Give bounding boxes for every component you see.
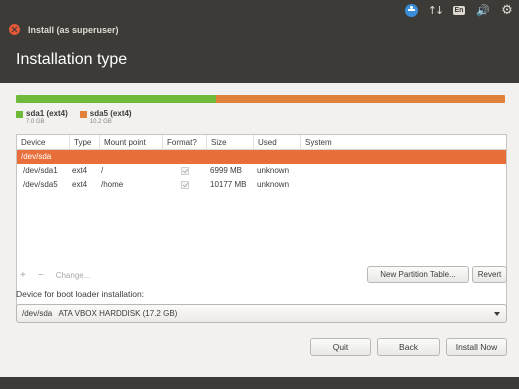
- cell-type: ext4: [72, 166, 88, 175]
- cell-mount: /: [101, 166, 104, 175]
- partition-bar-segment-sda5: [216, 95, 505, 103]
- back-button[interactable]: Back: [377, 338, 440, 356]
- partition-tools: + − Change...: [20, 268, 90, 282]
- cell-size: 10177 MB: [210, 180, 247, 189]
- partition-legend: sda1 (ext4) 7.0 GB sda5 (ext4) 10.2 GB: [16, 109, 132, 125]
- window-title: Install (as superuser): [28, 24, 119, 35]
- boot-loader-select[interactable]: /dev/sda ATA VBOX HARDDISK (17.2 GB): [16, 304, 507, 323]
- table-row[interactable]: /dev/sda: [17, 150, 506, 164]
- legend-swatch: [16, 111, 23, 118]
- boot-loader-value: /dev/sda ATA VBOX HARDDISK (17.2 GB): [22, 309, 178, 318]
- legend-swatch: [79, 111, 87, 118]
- system-tray: ↑↓ En 🔊 ⚙: [399, 0, 519, 21]
- format-checkbox[interactable]: [181, 181, 189, 189]
- page-header: Installation type: [0, 38, 519, 83]
- cell-used: unknown: [257, 166, 290, 175]
- window-titlebar: Install (as superuser): [0, 21, 519, 38]
- table-row[interactable]: /dev/sda5 ext4 /home 10177 MB unknown: [17, 178, 506, 192]
- legend-name: sda5 (ext4): [89, 109, 132, 118]
- cell-device: /dev/sda: [21, 152, 52, 161]
- format-checkbox[interactable]: [181, 167, 189, 175]
- bottom-edge: [0, 377, 519, 389]
- cell-mount: /home: [101, 180, 124, 189]
- chevron-down-icon: [494, 312, 500, 316]
- change-partition-button[interactable]: Change...: [56, 271, 91, 280]
- close-icon[interactable]: [9, 24, 20, 35]
- partition-bar: [16, 95, 505, 103]
- column-header-size[interactable]: Size: [206, 135, 253, 150]
- accessibility-icon[interactable]: [399, 0, 423, 21]
- column-header-system[interactable]: System: [300, 135, 506, 150]
- cell-device: /dev/sda5: [23, 180, 58, 189]
- cell-used: unknown: [257, 180, 290, 189]
- column-header-device[interactable]: Device: [17, 135, 69, 150]
- legend-item-sda5: sda5 (ext4) 10.2 GB: [79, 109, 132, 125]
- table-header: Device Type Mount point Format? Size Use…: [17, 135, 506, 150]
- main-content: sda1 (ext4) 7.0 GB sda5 (ext4) 10.2 GB D…: [0, 83, 519, 389]
- gear-icon[interactable]: ⚙: [495, 0, 519, 21]
- remove-partition-button[interactable]: −: [38, 270, 44, 281]
- quit-button[interactable]: Quit: [310, 338, 371, 356]
- top-panel: ↑↓ En 🔊 ⚙: [0, 0, 519, 21]
- legend-item-sda1: sda1 (ext4) 7.0 GB: [16, 109, 68, 125]
- revert-button[interactable]: Revert: [472, 266, 507, 283]
- column-header-format[interactable]: Format?: [162, 135, 206, 150]
- column-header-used[interactable]: Used: [253, 135, 300, 150]
- column-header-type[interactable]: Type: [69, 135, 99, 150]
- legend-name: sda1 (ext4): [26, 109, 68, 118]
- add-partition-button[interactable]: +: [20, 270, 26, 281]
- network-arrows-icon[interactable]: ↑↓: [423, 0, 447, 21]
- column-header-mount[interactable]: Mount point: [99, 135, 162, 150]
- partition-bar-segment-sda1: [16, 95, 217, 103]
- cell-size: 6999 MB: [210, 166, 243, 175]
- keyboard-en-icon[interactable]: En: [447, 0, 471, 21]
- legend-size: 10.2 GB: [89, 119, 112, 125]
- new-partition-table-button[interactable]: New Partition Table...: [367, 266, 469, 283]
- legend-size: 7.0 GB: [26, 119, 45, 125]
- install-now-button[interactable]: Install Now: [446, 338, 507, 356]
- cell-device: /dev/sda1: [23, 166, 58, 175]
- cell-type: ext4: [72, 180, 88, 189]
- boot-loader-label: Device for boot loader installation:: [16, 289, 145, 299]
- table-row[interactable]: /dev/sda1 ext4 / 6999 MB unknown: [17, 164, 506, 178]
- volume-icon[interactable]: 🔊: [471, 0, 495, 21]
- page-title: Installation type: [16, 51, 128, 68]
